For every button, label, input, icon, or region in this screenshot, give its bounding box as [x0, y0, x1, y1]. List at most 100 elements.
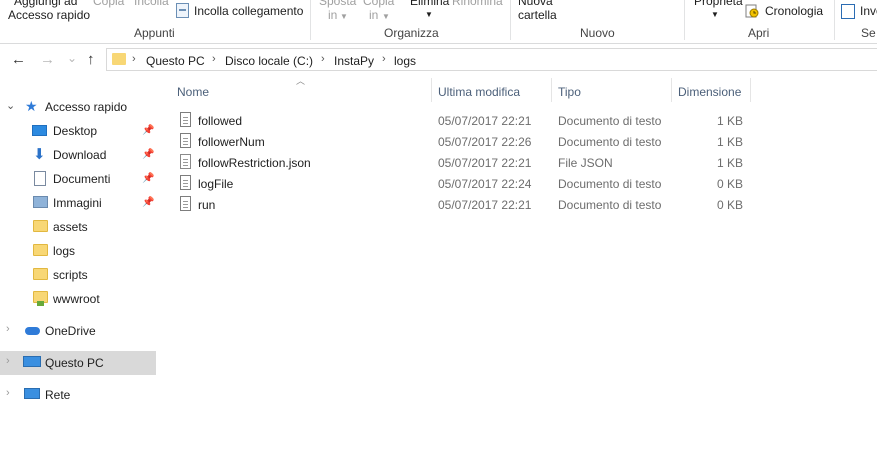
- expand-chevron-icon[interactable]: ›: [6, 387, 10, 399]
- desktop-icon: [32, 125, 47, 136]
- sidebar-item-documents[interactable]: Documenti 📌: [0, 167, 156, 191]
- add-to-quick-access-button[interactable]: Aggiungi ad: [14, 0, 77, 8]
- forward-button[interactable]: →: [40, 52, 55, 68]
- file-name: logFile: [198, 177, 234, 191]
- text-file-icon: [180, 175, 191, 190]
- column-divider[interactable]: [431, 78, 432, 102]
- address-bar[interactable]: › Questo PC › Disco locale (C:) › InstaP…: [106, 48, 877, 71]
- sidebar-item-label: Documenti: [53, 172, 111, 186]
- file-type: File JSON: [558, 156, 613, 170]
- folder-icon: [33, 220, 48, 232]
- file-row[interactable]: run 05/07/2017 22:21 Documento di testo …: [176, 194, 746, 215]
- sidebar-item-logs[interactable]: logs: [0, 239, 156, 263]
- sidebar-item-label: Immagini: [53, 196, 102, 210]
- rename-button[interactable]: Rinomina: [452, 0, 503, 8]
- file-size: 0 KB: [716, 198, 743, 212]
- web-folder-icon: [33, 291, 48, 306]
- breadcrumb-separator-icon: ›: [212, 53, 216, 65]
- sidebar-item-desktop[interactable]: Desktop 📌: [0, 119, 156, 143]
- file-row[interactable]: followed 05/07/2017 22:21 Documento di t…: [176, 110, 746, 131]
- sidebar-item-scripts[interactable]: scripts: [0, 263, 156, 287]
- move-to-sub-label: in: [328, 8, 338, 22]
- group-nuovo-label: Nuovo: [580, 26, 615, 40]
- file-row[interactable]: followRestriction.json 05/07/2017 22:21 …: [176, 152, 746, 173]
- file-row[interactable]: followerNum 05/07/2017 22:26 Documento d…: [176, 131, 746, 152]
- breadcrumb-local-disk[interactable]: Disco locale (C:): [225, 54, 313, 68]
- breadcrumb-this-pc[interactable]: Questo PC: [146, 54, 205, 68]
- sort-ascending-icon: ︿: [296, 76, 306, 86]
- sidebar-item-label: Questo PC: [45, 356, 104, 370]
- sidebar-item-label: wwwroot: [53, 292, 100, 306]
- file-name: followerNum: [198, 135, 265, 149]
- column-divider[interactable]: [551, 78, 552, 102]
- new-folder-label[interactable]: cartella: [518, 8, 557, 22]
- ribbon-divider: [684, 0, 685, 40]
- column-header-modified[interactable]: Ultima modifica: [438, 85, 520, 99]
- computer-icon: [23, 356, 41, 367]
- copy-button[interactable]: Copia: [93, 0, 124, 8]
- sidebar-item-label: OneDrive: [45, 324, 96, 338]
- column-header-type[interactable]: Tipo: [558, 85, 581, 99]
- file-type: Documento di testo: [558, 198, 662, 212]
- copy-to-sub-label: in: [369, 8, 379, 22]
- sidebar-item-assets[interactable]: assets: [0, 215, 156, 239]
- ribbon-divider: [834, 0, 835, 40]
- file-size: 1 KB: [716, 156, 743, 170]
- breadcrumb-separator-icon: ›: [132, 53, 136, 65]
- sidebar-item-label: logs: [53, 244, 76, 258]
- pin-icon: 📌: [142, 173, 155, 184]
- sidebar-item-network[interactable]: › Rete: [0, 383, 156, 407]
- paste-link-button[interactable]: Incolla collegamento: [194, 4, 303, 18]
- expand-chevron-icon[interactable]: ›: [6, 355, 10, 367]
- new-folder-button[interactable]: Nuova: [518, 0, 553, 8]
- text-file-icon: [180, 112, 191, 127]
- ribbon-divider: [310, 0, 311, 40]
- up-button[interactable]: ↑: [87, 52, 95, 68]
- history-button[interactable]: Cronologia: [765, 4, 823, 18]
- add-to-quick-access-label[interactable]: Accesso rapido: [8, 8, 90, 22]
- copy-to-button[interactable]: Copia: [363, 0, 394, 8]
- properties-chevron-icon: ▼: [711, 10, 719, 19]
- column-divider[interactable]: [671, 78, 672, 102]
- file-modified: 05/07/2017 22:26: [438, 135, 532, 149]
- group-organizza-label: Organizza: [384, 26, 439, 40]
- back-button[interactable]: ←: [11, 52, 26, 68]
- pin-icon: 📌: [142, 197, 155, 208]
- file-row[interactable]: logFile 05/07/2017 22:24 Documento di te…: [176, 173, 746, 194]
- sidebar-item-download[interactable]: ⬇ Download 📌: [0, 143, 156, 167]
- text-file-icon: [180, 196, 191, 211]
- folder-icon: [33, 244, 48, 256]
- breadcrumb-logs[interactable]: logs: [394, 54, 416, 68]
- star-icon: ★: [25, 98, 38, 114]
- recent-locations-button[interactable]: ⌄: [67, 50, 77, 66]
- expand-chevron-icon[interactable]: ⌄: [6, 99, 15, 112]
- sidebar-item-this-pc[interactable]: › Questo PC: [0, 351, 156, 375]
- column-header-name[interactable]: Nome: [177, 85, 209, 99]
- sidebar-item-label: Rete: [45, 388, 71, 402]
- sidebar-item-label: assets: [53, 220, 88, 234]
- sidebar-item-quick-access[interactable]: ⌄ ★ Accesso rapido: [0, 95, 156, 119]
- invert-selection-button[interactable]: Inve: [860, 4, 877, 18]
- json-file-icon: [180, 154, 191, 169]
- column-header-size[interactable]: Dimensione: [678, 85, 741, 99]
- sidebar-item-onedrive[interactable]: › OneDrive: [0, 319, 156, 343]
- properties-button[interactable]: Proprietà: [694, 0, 743, 8]
- breadcrumb-separator-icon: ›: [382, 53, 386, 65]
- sidebar-item-images[interactable]: Immagini 📌: [0, 191, 156, 215]
- sidebar-item-label: Accesso rapido: [45, 100, 128, 114]
- move-to-button[interactable]: Sposta: [319, 0, 356, 8]
- text-file-icon: [180, 133, 191, 148]
- sidebar-item-label: Download: [53, 148, 107, 162]
- copy-to-chevron-icon: ▼: [382, 12, 390, 21]
- expand-chevron-icon[interactable]: ›: [6, 323, 10, 335]
- file-modified: 05/07/2017 22:21: [438, 156, 532, 170]
- sidebar-item-wwwroot[interactable]: wwwroot: [0, 287, 156, 311]
- sidebar-item-label: scripts: [53, 268, 88, 282]
- delete-button[interactable]: Elimina: [410, 0, 449, 8]
- file-name: run: [198, 198, 216, 212]
- paste-link-icon: [176, 3, 189, 18]
- column-divider[interactable]: [750, 78, 751, 102]
- ribbon-divider: [510, 0, 511, 40]
- breadcrumb-instapy[interactable]: InstaPy: [334, 54, 374, 68]
- paste-button[interactable]: Incolla: [134, 0, 169, 8]
